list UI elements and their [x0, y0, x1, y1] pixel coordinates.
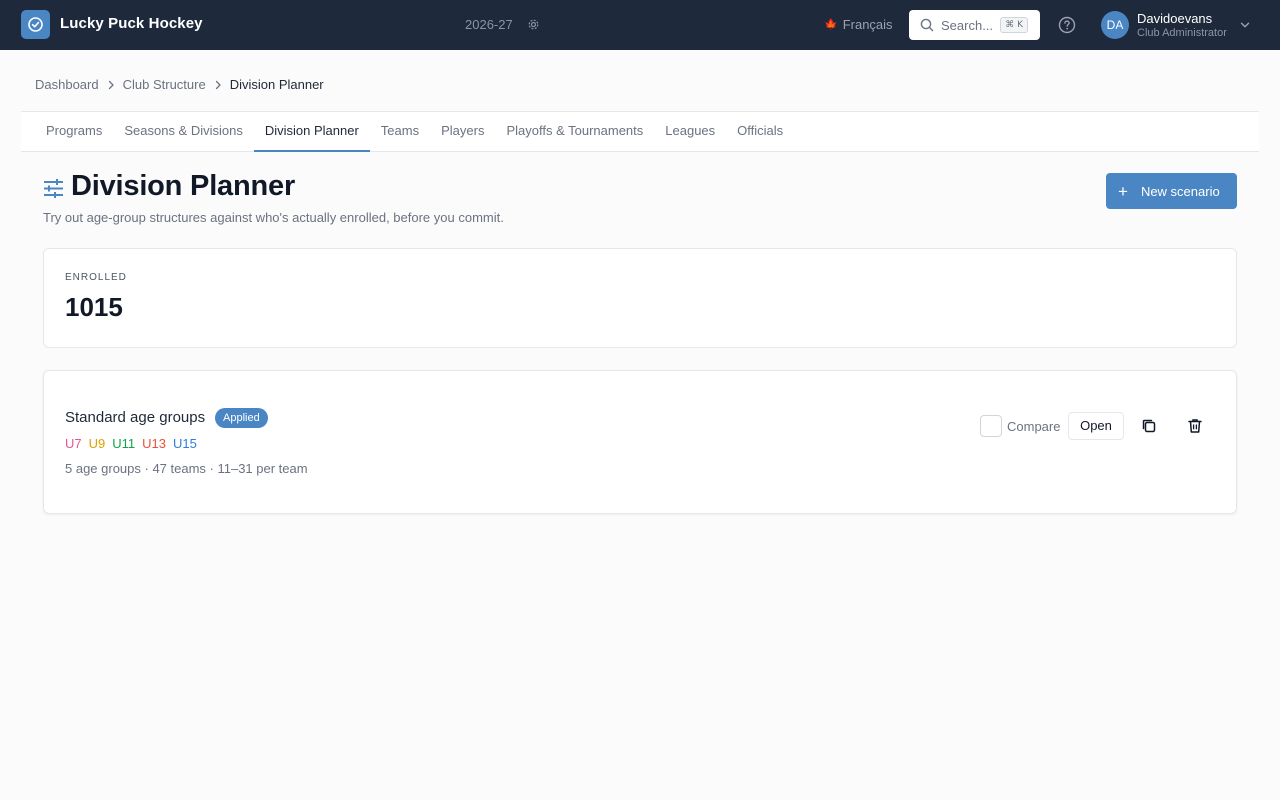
compare-label[interactable]: Compare — [1007, 419, 1060, 434]
new-scenario-label: New scenario — [1140, 183, 1220, 199]
age-group-u9: U9 — [88, 436, 106, 451]
chevron-right-icon — [108, 80, 114, 89]
tab-officials[interactable]: Officials — [726, 112, 794, 151]
chevron-down-icon[interactable] — [1240, 20, 1250, 30]
scenario-meta: 5 age groups · 47 teams · 11–31 per team — [65, 461, 308, 476]
tab-leagues[interactable]: Leagues — [654, 112, 726, 151]
age-group-u11: U11 — [112, 436, 136, 451]
search-shortcut: ⌘ K — [1000, 17, 1028, 33]
compare-checkbox[interactable] — [980, 415, 1002, 437]
page-subtitle: Try out age-group structures against who… — [43, 210, 504, 225]
app-title[interactable]: Lucky Puck Hockey — [60, 15, 203, 32]
user-name[interactable]: Davidoevans — [1137, 11, 1212, 26]
age-group-u15: U15 — [173, 436, 197, 451]
breadcrumb-club-structure[interactable]: Club Structure — [123, 77, 206, 92]
scenario-name: Standard age groups — [65, 409, 206, 426]
new-scenario-button[interactable]: + New scenario — [1106, 173, 1237, 209]
copy-icon[interactable] — [1140, 417, 1158, 435]
maple-leaf-icon: 🍁 — [824, 18, 838, 31]
app-logo-icon[interactable] — [21, 10, 50, 39]
help-icon[interactable] — [1058, 16, 1076, 34]
breadcrumb: Dashboard Club Structure Division Planne… — [35, 77, 324, 92]
tab-seasons-divisions[interactable]: Seasons & Divisions — [113, 112, 254, 151]
section-tabs: Programs Seasons & Divisions Division Pl… — [21, 111, 1259, 152]
user-role: Club Administrator — [1137, 27, 1227, 39]
breadcrumb-dashboard[interactable]: Dashboard — [35, 77, 99, 92]
tab-teams[interactable]: Teams — [370, 112, 430, 151]
search-button[interactable]: Search... ⌘ K — [909, 10, 1040, 40]
sliders-icon — [44, 179, 63, 198]
tab-division-planner[interactable]: Division Planner — [253, 112, 370, 152]
breadcrumb-current: Division Planner — [229, 77, 324, 92]
scenario-card: Standard age groups Applied U7 U9 U11 U1… — [43, 370, 1237, 514]
tab-playoffs-tournaments[interactable]: Playoffs & Tournaments — [495, 112, 654, 151]
enrolled-label: ENROLLED — [65, 272, 127, 283]
age-group-u7: U7 — [65, 436, 82, 451]
gear-icon[interactable] — [527, 18, 540, 31]
avatar[interactable]: DA — [1101, 11, 1129, 39]
season-selector[interactable]: 2026-27 — [465, 17, 513, 32]
chevron-right-icon — [215, 80, 221, 89]
page-title: Division Planner — [71, 170, 296, 202]
plus-icon: + — [1118, 181, 1128, 201]
enrolled-value: 1015 — [65, 292, 123, 322]
search-placeholder: Search... — [941, 17, 994, 33]
tab-players[interactable]: Players — [430, 112, 495, 151]
enrolled-card: ENROLLED 1015 — [43, 248, 1237, 348]
status-badge: Applied — [215, 408, 268, 428]
language-label: Français — [842, 17, 893, 32]
open-button[interactable]: Open — [1068, 412, 1124, 440]
age-group-u13: U13 — [142, 436, 166, 451]
tab-programs[interactable]: Programs — [35, 112, 113, 151]
top-bar: Lucky Puck Hockey 2026-27 🍁 Français Sea… — [0, 0, 1280, 50]
language-switch[interactable]: 🍁 Français — [824, 17, 893, 32]
age-group-list: U7 U9 U11 U13 U15 — [65, 436, 197, 451]
trash-icon[interactable] — [1186, 417, 1204, 435]
search-icon — [920, 18, 934, 32]
